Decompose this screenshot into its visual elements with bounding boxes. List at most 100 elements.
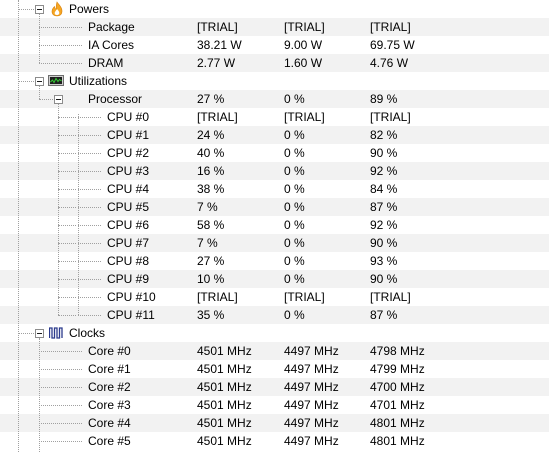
tree-connector bbox=[39, 405, 82, 406]
maximum-value: 4801 MHz bbox=[370, 416, 425, 430]
group-clocks[interactable]: Clocks bbox=[0, 324, 549, 342]
maximum-value: 4801 MHz bbox=[370, 434, 425, 448]
tree-connector bbox=[58, 117, 76, 118]
maximum-value: 93 % bbox=[370, 254, 398, 268]
tree-connector bbox=[78, 135, 101, 136]
cpu-label: CPU #5 bbox=[107, 200, 150, 214]
tree-connector bbox=[58, 261, 76, 262]
tree-connector bbox=[78, 207, 101, 208]
minimum-value: 0 % bbox=[284, 92, 305, 106]
tree-connector bbox=[39, 27, 82, 28]
flame-icon bbox=[50, 1, 64, 20]
tree-connector bbox=[78, 225, 101, 226]
current-value: 4501 MHz bbox=[197, 398, 252, 412]
maximum-value: 92 % bbox=[370, 164, 398, 178]
minimum-value: 0 % bbox=[284, 164, 305, 178]
clock-label: Core #4 bbox=[88, 416, 131, 430]
minimum-value: 0 % bbox=[284, 182, 305, 196]
cpu-label: CPU #10 bbox=[107, 290, 156, 304]
maximum-value: [TRIAL] bbox=[370, 290, 411, 304]
maximum-value: 82 % bbox=[370, 128, 398, 142]
clock-label: Core #2 bbox=[88, 380, 131, 394]
minimum-value: 4497 MHz bbox=[284, 398, 339, 412]
current-value: 38.21 W bbox=[197, 38, 242, 52]
clock-pulse-wave bbox=[48, 327, 63, 339]
minimum-value: 4497 MHz bbox=[284, 434, 339, 448]
current-value: 35 % bbox=[197, 308, 225, 322]
clock-row[interactable]: Core #2 4501 MHz 4497 MHz 4700 MHz bbox=[0, 378, 549, 396]
tree-connector bbox=[18, 0, 19, 452]
tree-connector bbox=[78, 261, 101, 262]
expander-powers[interactable] bbox=[35, 5, 44, 14]
sensor-row[interactable]: DRAM 2.77 W 1.60 W 4.76 W bbox=[0, 54, 549, 72]
current-value: 27 % bbox=[197, 92, 225, 106]
clock-label: Core #1 bbox=[88, 362, 131, 376]
minimum-value: 4497 MHz bbox=[284, 362, 339, 376]
minimum-value: 9.00 W bbox=[284, 38, 323, 52]
clock-row[interactable]: Core #0 4501 MHz 4497 MHz 4798 MHz bbox=[0, 342, 549, 360]
tree-connector bbox=[58, 279, 76, 280]
current-value: [TRIAL] bbox=[197, 110, 238, 124]
clock-row[interactable]: Core #5 4501 MHz 4497 MHz 4801 MHz bbox=[0, 432, 549, 450]
clock-row[interactable]: Core #3 4501 MHz 4497 MHz 4701 MHz bbox=[0, 396, 549, 414]
clock-label: Core #0 bbox=[88, 344, 131, 358]
cpu-label: CPU #6 bbox=[107, 218, 150, 232]
minimum-value: [TRIAL] bbox=[284, 20, 325, 34]
tree-connector bbox=[39, 387, 82, 388]
tree-connector bbox=[39, 14, 40, 63]
maximum-value: 4701 MHz bbox=[370, 398, 425, 412]
tree-connector bbox=[58, 153, 76, 154]
maximum-value: 4799 MHz bbox=[370, 362, 425, 376]
tree-connector bbox=[78, 171, 101, 172]
maximum-value: 90 % bbox=[370, 272, 398, 286]
tree-connector bbox=[58, 243, 76, 244]
tree-connector bbox=[39, 86, 40, 99]
current-value: 7 % bbox=[197, 200, 218, 214]
maximum-value: [TRIAL] bbox=[370, 110, 411, 124]
group-powers[interactable]: Powers bbox=[0, 0, 549, 18]
current-value: 58 % bbox=[197, 218, 225, 232]
tree-connector bbox=[78, 117, 101, 118]
tree-connector bbox=[78, 243, 101, 244]
minimum-value: 1.60 W bbox=[284, 56, 323, 70]
sensor-tree: Powers Package [TRIAL] [TRIAL] [TRIAL] IA Cor… bbox=[0, 0, 549, 452]
current-value: 16 % bbox=[197, 164, 225, 178]
minimum-value: 0 % bbox=[284, 272, 305, 286]
expander-clocks[interactable] bbox=[35, 329, 44, 338]
tree-connector bbox=[39, 369, 82, 370]
tree-connector bbox=[78, 114, 79, 315]
tree-connector bbox=[58, 189, 76, 190]
tree-connector bbox=[18, 333, 34, 334]
cpu-label: CPU #7 bbox=[107, 236, 150, 250]
expander-processor[interactable] bbox=[54, 95, 63, 104]
maximum-value: 92 % bbox=[370, 218, 398, 232]
maximum-value: 90 % bbox=[370, 236, 398, 250]
current-value: 4501 MHz bbox=[197, 416, 252, 430]
tree-connector bbox=[39, 338, 40, 452]
group-utilizations[interactable]: Utilizations bbox=[0, 72, 549, 90]
maximum-value: 4798 MHz bbox=[370, 344, 425, 358]
tree-connector bbox=[58, 225, 76, 226]
sensor-row[interactable]: Package [TRIAL] [TRIAL] [TRIAL] bbox=[0, 18, 549, 36]
cpu-label: CPU #1 bbox=[107, 128, 150, 142]
tree-connector bbox=[18, 9, 34, 10]
current-value: 24 % bbox=[197, 128, 225, 142]
maximum-value: 89 % bbox=[370, 92, 398, 106]
current-value: 38 % bbox=[197, 182, 225, 196]
expander-utilizations[interactable] bbox=[35, 77, 44, 86]
minimum-value: 4497 MHz bbox=[284, 416, 339, 430]
tree-connector bbox=[58, 135, 76, 136]
cpu-label: CPU #0 bbox=[107, 110, 150, 124]
sensor-row[interactable]: IA Cores 38.21 W 9.00 W 69.75 W bbox=[0, 36, 549, 54]
minimum-value: 0 % bbox=[284, 254, 305, 268]
current-value: 4501 MHz bbox=[197, 380, 252, 394]
cpu-label: CPU #3 bbox=[107, 164, 150, 178]
tree-connector bbox=[78, 297, 101, 298]
clock-row[interactable]: Core #4 4501 MHz 4497 MHz 4801 MHz bbox=[0, 414, 549, 432]
minimum-value: 4497 MHz bbox=[284, 380, 339, 394]
clock-row[interactable]: Core #1 4501 MHz 4497 MHz 4799 MHz bbox=[0, 360, 549, 378]
group-label-utilizations: Utilizations bbox=[69, 74, 128, 88]
tree-connector bbox=[58, 207, 76, 208]
processor-row[interactable]: Processor 27 % 0 % 89 % bbox=[0, 90, 549, 108]
minimum-value: 0 % bbox=[284, 236, 305, 250]
